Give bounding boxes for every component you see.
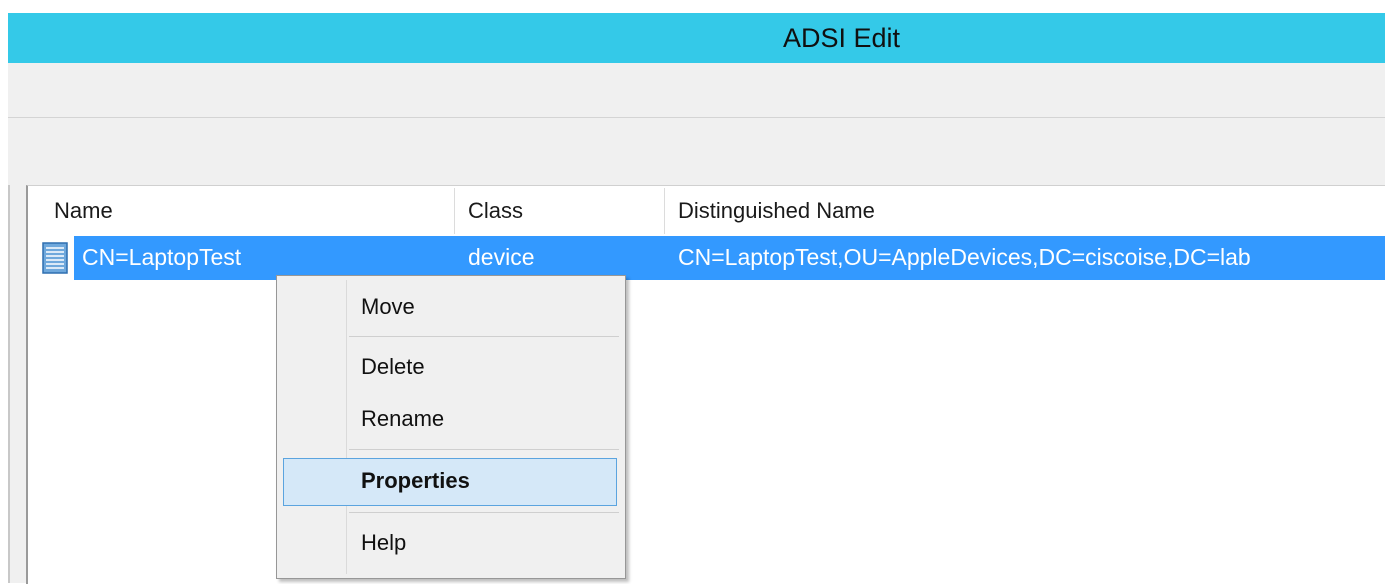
window-title: ADSI Edit xyxy=(782,23,901,53)
menu-item-label: Properties xyxy=(361,468,470,493)
title-bar: ADSI Edit xyxy=(8,13,1385,63)
menu-item-label: Rename xyxy=(361,406,445,431)
cell-class: device xyxy=(468,244,535,270)
menu-separator xyxy=(349,512,619,513)
column-divider[interactable] xyxy=(454,188,455,234)
menu-separator xyxy=(349,449,619,450)
details-list-view[interactable]: Name Class Distinguished Name CN=LaptopT… xyxy=(26,185,1385,584)
toolbar xyxy=(8,118,1385,185)
device-object-icon xyxy=(42,242,68,274)
column-header-class[interactable]: Class xyxy=(468,198,523,224)
splitter[interactable] xyxy=(10,185,26,583)
menu-bar xyxy=(8,63,1385,118)
menu-item-label: Help xyxy=(361,530,407,555)
cell-distinguished-name: CN=LaptopTest,OU=AppleDevices,DC=ciscois… xyxy=(678,244,1251,270)
menu-item-move[interactable]: Move xyxy=(277,282,625,334)
menu-item-delete[interactable]: Delete xyxy=(277,342,625,394)
table-row[interactable]: CN=LaptopTest device CN=LaptopTest,OU=Ap… xyxy=(42,236,1385,280)
menu-item-label: Delete xyxy=(361,354,425,379)
cell-name: CN=LaptopTest xyxy=(82,244,242,270)
menu-item-label: Move xyxy=(361,294,415,319)
menu-item-properties[interactable]: Properties xyxy=(277,456,625,508)
column-header-distinguished-name[interactable]: Distinguished Name xyxy=(678,198,875,224)
column-header-name[interactable]: Name xyxy=(54,198,113,224)
menu-separator xyxy=(349,336,619,337)
context-menu: Move Delete Rename Properties Help xyxy=(276,275,626,579)
list-header: Name Class Distinguished Name xyxy=(28,186,1385,236)
menu-item-rename[interactable]: Rename xyxy=(277,394,625,446)
menu-item-help[interactable]: Help xyxy=(277,518,625,570)
column-divider[interactable] xyxy=(664,188,665,234)
